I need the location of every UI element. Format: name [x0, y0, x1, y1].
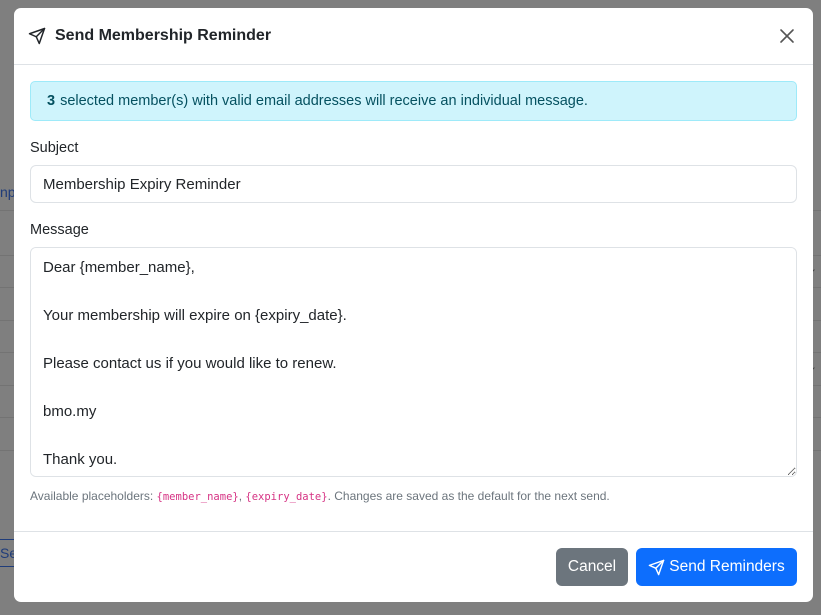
help-suffix: . Changes are saved as the default for t… [327, 489, 610, 503]
message-label: Message [30, 222, 89, 238]
placeholder-member-name: {member_name} [156, 491, 239, 503]
modal-header: Send Membership Reminder [14, 8, 813, 65]
send-reminders-label: Send Reminders [669, 558, 785, 575]
cancel-button[interactable]: Cancel [556, 548, 628, 586]
modal-footer: Cancel Send Reminders [14, 531, 813, 602]
info-alert: 3 selected member(s) with valid email ad… [30, 81, 797, 121]
recipient-count: 3 [47, 93, 56, 109]
placeholder-expiry-date: {expiry_date} [245, 491, 328, 503]
send-icon [28, 27, 46, 45]
message-textarea[interactable]: Dear {member_name}, Your membership will… [30, 247, 797, 477]
subject-input[interactable] [30, 165, 797, 203]
modal-body: 3 selected member(s) with valid email ad… [14, 65, 813, 503]
help-prefix: Available placeholders: [30, 489, 157, 503]
alert-text: selected member(s) with valid email addr… [60, 93, 588, 109]
subject-label: Subject [30, 140, 79, 156]
send-reminder-modal: Send Membership Reminder 3 selected memb… [14, 8, 813, 602]
modal-title: Send Membership Reminder [55, 27, 272, 44]
close-icon[interactable] [777, 26, 797, 46]
send-icon [648, 559, 665, 576]
placeholder-help: Available placeholders: {member_name}, {… [30, 489, 797, 503]
send-reminders-button[interactable]: Send Reminders [636, 548, 797, 586]
